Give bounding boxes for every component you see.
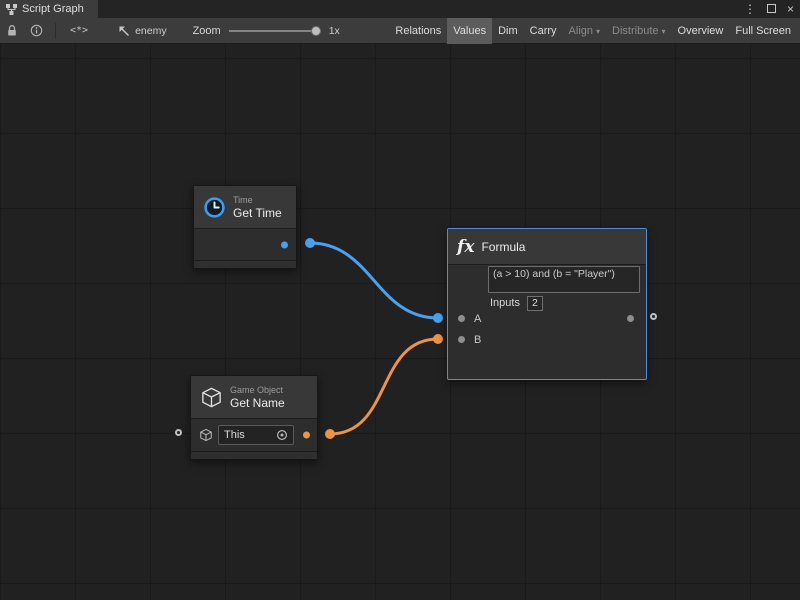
chevron-down-icon: ▾: [596, 27, 600, 36]
node-title: Get Name: [230, 396, 285, 410]
target-object-field[interactable]: This: [218, 425, 294, 445]
node-title: Get Time: [233, 206, 282, 220]
port-a-label: A: [474, 313, 481, 325]
get-name-body: This: [191, 419, 317, 451]
node-footer: [191, 451, 317, 459]
relations-button[interactable]: Relations: [389, 18, 447, 44]
zoom-slider-track[interactable]: [229, 30, 321, 32]
overview-button[interactable]: Overview: [672, 18, 730, 44]
node-footer: [194, 260, 296, 268]
wire-get-name-to-formula-b[interactable]: [330, 339, 438, 434]
tab-script-graph[interactable]: Script Graph: [0, 0, 98, 18]
node-title: Formula: [481, 240, 525, 254]
get-time-header[interactable]: Time Get Time: [194, 186, 296, 229]
wire-endpoint-get-time[interactable]: [305, 238, 315, 248]
toolbar-separator: [55, 23, 56, 39]
align-label: Align: [569, 25, 593, 37]
node-formula[interactable]: fx Formula (a > 10) and (b = "Player") I…: [447, 228, 647, 380]
values-button[interactable]: Values: [447, 18, 492, 44]
full-screen-button[interactable]: Full Screen: [729, 18, 797, 44]
window-close-icon[interactable]: ×: [787, 0, 794, 18]
port-b-label: B: [474, 334, 481, 346]
object-picker-icon[interactable]: [276, 429, 288, 441]
graph-canvas[interactable]: Time Get Time fx Formula (a > 10) and (b…: [0, 44, 800, 600]
zoom-slider-handle[interactable]: [311, 26, 321, 36]
formula-fx-icon: fx: [457, 237, 474, 257]
get-time-body: [194, 229, 296, 260]
formula-input-port-b[interactable]: [458, 336, 465, 343]
formula-port-row-b: B: [448, 329, 646, 350]
formula-result-output-port[interactable]: [650, 313, 657, 320]
wire-endpoint-get-name[interactable]: [325, 429, 335, 439]
window-titlebar: Script Graph ⋮ ×: [0, 0, 800, 18]
wire-endpoint-formula-a[interactable]: [433, 313, 443, 323]
graph-toolbar: <*> enemy Zoom 1x Relations Values Dim C…: [0, 18, 800, 44]
carry-button[interactable]: Carry: [524, 18, 563, 44]
zoom-label: Zoom: [193, 25, 221, 37]
zoom-value: 1x: [329, 25, 340, 37]
cube-icon: [200, 386, 223, 409]
align-dropdown[interactable]: Align▾: [563, 18, 606, 44]
graph-owner[interactable]: enemy: [118, 25, 167, 37]
formula-input-port-a[interactable]: [458, 315, 465, 322]
zoom-control: Zoom 1x: [193, 25, 340, 37]
dim-button[interactable]: Dim: [492, 18, 524, 44]
clock-icon: [203, 196, 226, 219]
formula-header[interactable]: fx Formula: [448, 229, 646, 265]
window-controls: ⋮ ×: [744, 0, 794, 18]
info-icon[interactable]: [30, 24, 43, 37]
toolbar-buttons: Relations Values Dim Carry Align▾ Distri…: [389, 18, 797, 44]
node-get-time[interactable]: Time Get Time: [193, 185, 297, 269]
graph-owner-name: enemy: [135, 25, 167, 37]
formula-expression-input[interactable]: (a > 10) and (b = "Player"): [488, 266, 640, 293]
get-name-header[interactable]: Game Object Get Name: [191, 376, 317, 419]
cube-icon-small: [199, 428, 213, 442]
node-category: Game Object: [230, 385, 285, 396]
code-view-icon[interactable]: <*>: [70, 25, 88, 36]
wire-get-time-to-formula-a[interactable]: [310, 243, 438, 318]
get-name-output-port[interactable]: [303, 432, 310, 439]
zoom-slider[interactable]: [229, 25, 321, 37]
script-graph-icon: [6, 4, 17, 15]
distribute-dropdown[interactable]: Distribute ▾: [606, 18, 671, 44]
tab-title: Script Graph: [22, 3, 84, 15]
get-time-output-port[interactable]: [281, 241, 288, 248]
node-category: Time: [233, 195, 282, 206]
node-get-name[interactable]: Game Object Get Name This: [190, 375, 318, 460]
wire-endpoint-formula-b[interactable]: [433, 334, 443, 344]
get-name-target-input-port[interactable]: [175, 429, 182, 436]
distribute-label: Distribute: [612, 25, 658, 37]
chevron-down-icon: ▾: [662, 27, 666, 36]
pointer-arrow-icon: [118, 25, 130, 37]
window-menu-icon[interactable]: ⋮: [744, 0, 756, 18]
target-object-value: This: [224, 429, 272, 441]
formula-result-port-inner[interactable]: [627, 315, 634, 322]
lock-icon[interactable]: [6, 24, 18, 37]
formula-port-row-a: A: [448, 308, 646, 329]
window-maximize-icon[interactable]: [767, 0, 776, 18]
